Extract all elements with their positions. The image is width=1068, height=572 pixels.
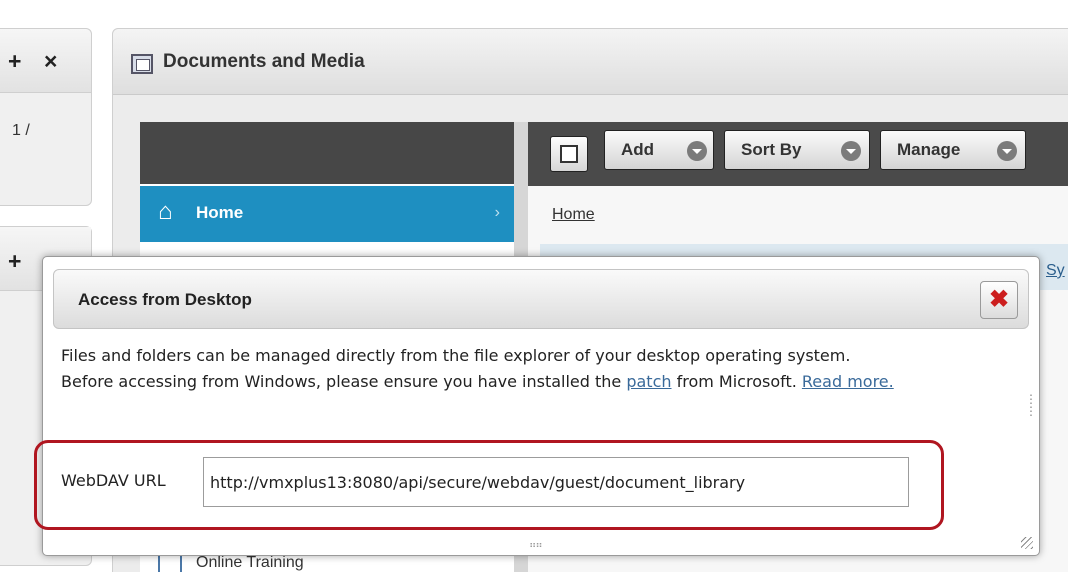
add-portlet-icon[interactable]: + — [8, 48, 21, 75]
description-line-2: Before accessing from Windows, please en… — [61, 372, 627, 391]
nav-item-home[interactable]: ⌂ Home › — [140, 186, 514, 242]
home-icon: ⌂ — [158, 198, 173, 225]
add-button[interactable]: Add — [604, 130, 714, 170]
close-portlet-icon[interactable]: × — [44, 48, 57, 75]
left-portlet-text: 1 / — [12, 122, 30, 139]
close-button[interactable]: ✖ — [980, 281, 1018, 319]
manage-button[interactable]: Manage — [880, 130, 1026, 170]
documents-toolbar: Add Sort By Manage — [528, 122, 1068, 186]
portlet-title: Documents and Media — [163, 51, 365, 72]
resize-grip-bottom-icon[interactable]: ⠶⠶ — [529, 540, 543, 551]
chevron-down-icon — [841, 141, 861, 161]
webdav-highlight-annotation — [34, 440, 944, 530]
resize-corner-icon[interactable] — [1021, 537, 1033, 549]
description-line-2-end: from Microsoft. — [671, 372, 802, 391]
read-more-link[interactable]: Read more. — [802, 372, 894, 391]
description-line-1: Files and folders can be managed directl… — [61, 346, 851, 365]
training-icon — [158, 554, 182, 572]
chevron-right-icon: › — [494, 204, 500, 221]
chevron-down-icon — [687, 141, 707, 161]
patch-link[interactable]: patch — [626, 372, 671, 391]
nav-item-home-label: Home — [196, 203, 244, 222]
sort-by-button[interactable]: Sort By — [724, 130, 870, 170]
select-all-checkbox[interactable] — [550, 136, 588, 172]
add-portlet-icon-2[interactable]: + — [8, 248, 21, 275]
dialog-description: Files and folders can be managed directl… — [61, 343, 1019, 395]
dialog-title: Access from Desktop — [78, 290, 252, 309]
documents-icon — [131, 54, 153, 74]
chevron-down-icon — [997, 141, 1017, 161]
close-icon: ✖ — [988, 286, 1010, 313]
navigation-header — [140, 122, 514, 184]
portlet-header: Documents and Media — [113, 29, 1068, 95]
resize-grip-icon[interactable]: ⋮ ⋮ — [1025, 393, 1037, 417]
dialog-header: Access from Desktop ✖ — [53, 269, 1029, 329]
nav-item-online-training[interactable]: Online Training — [196, 554, 304, 572]
breadcrumb[interactable]: Home — [552, 206, 595, 224]
document-row-link[interactable]: Sy — [1046, 262, 1065, 280]
